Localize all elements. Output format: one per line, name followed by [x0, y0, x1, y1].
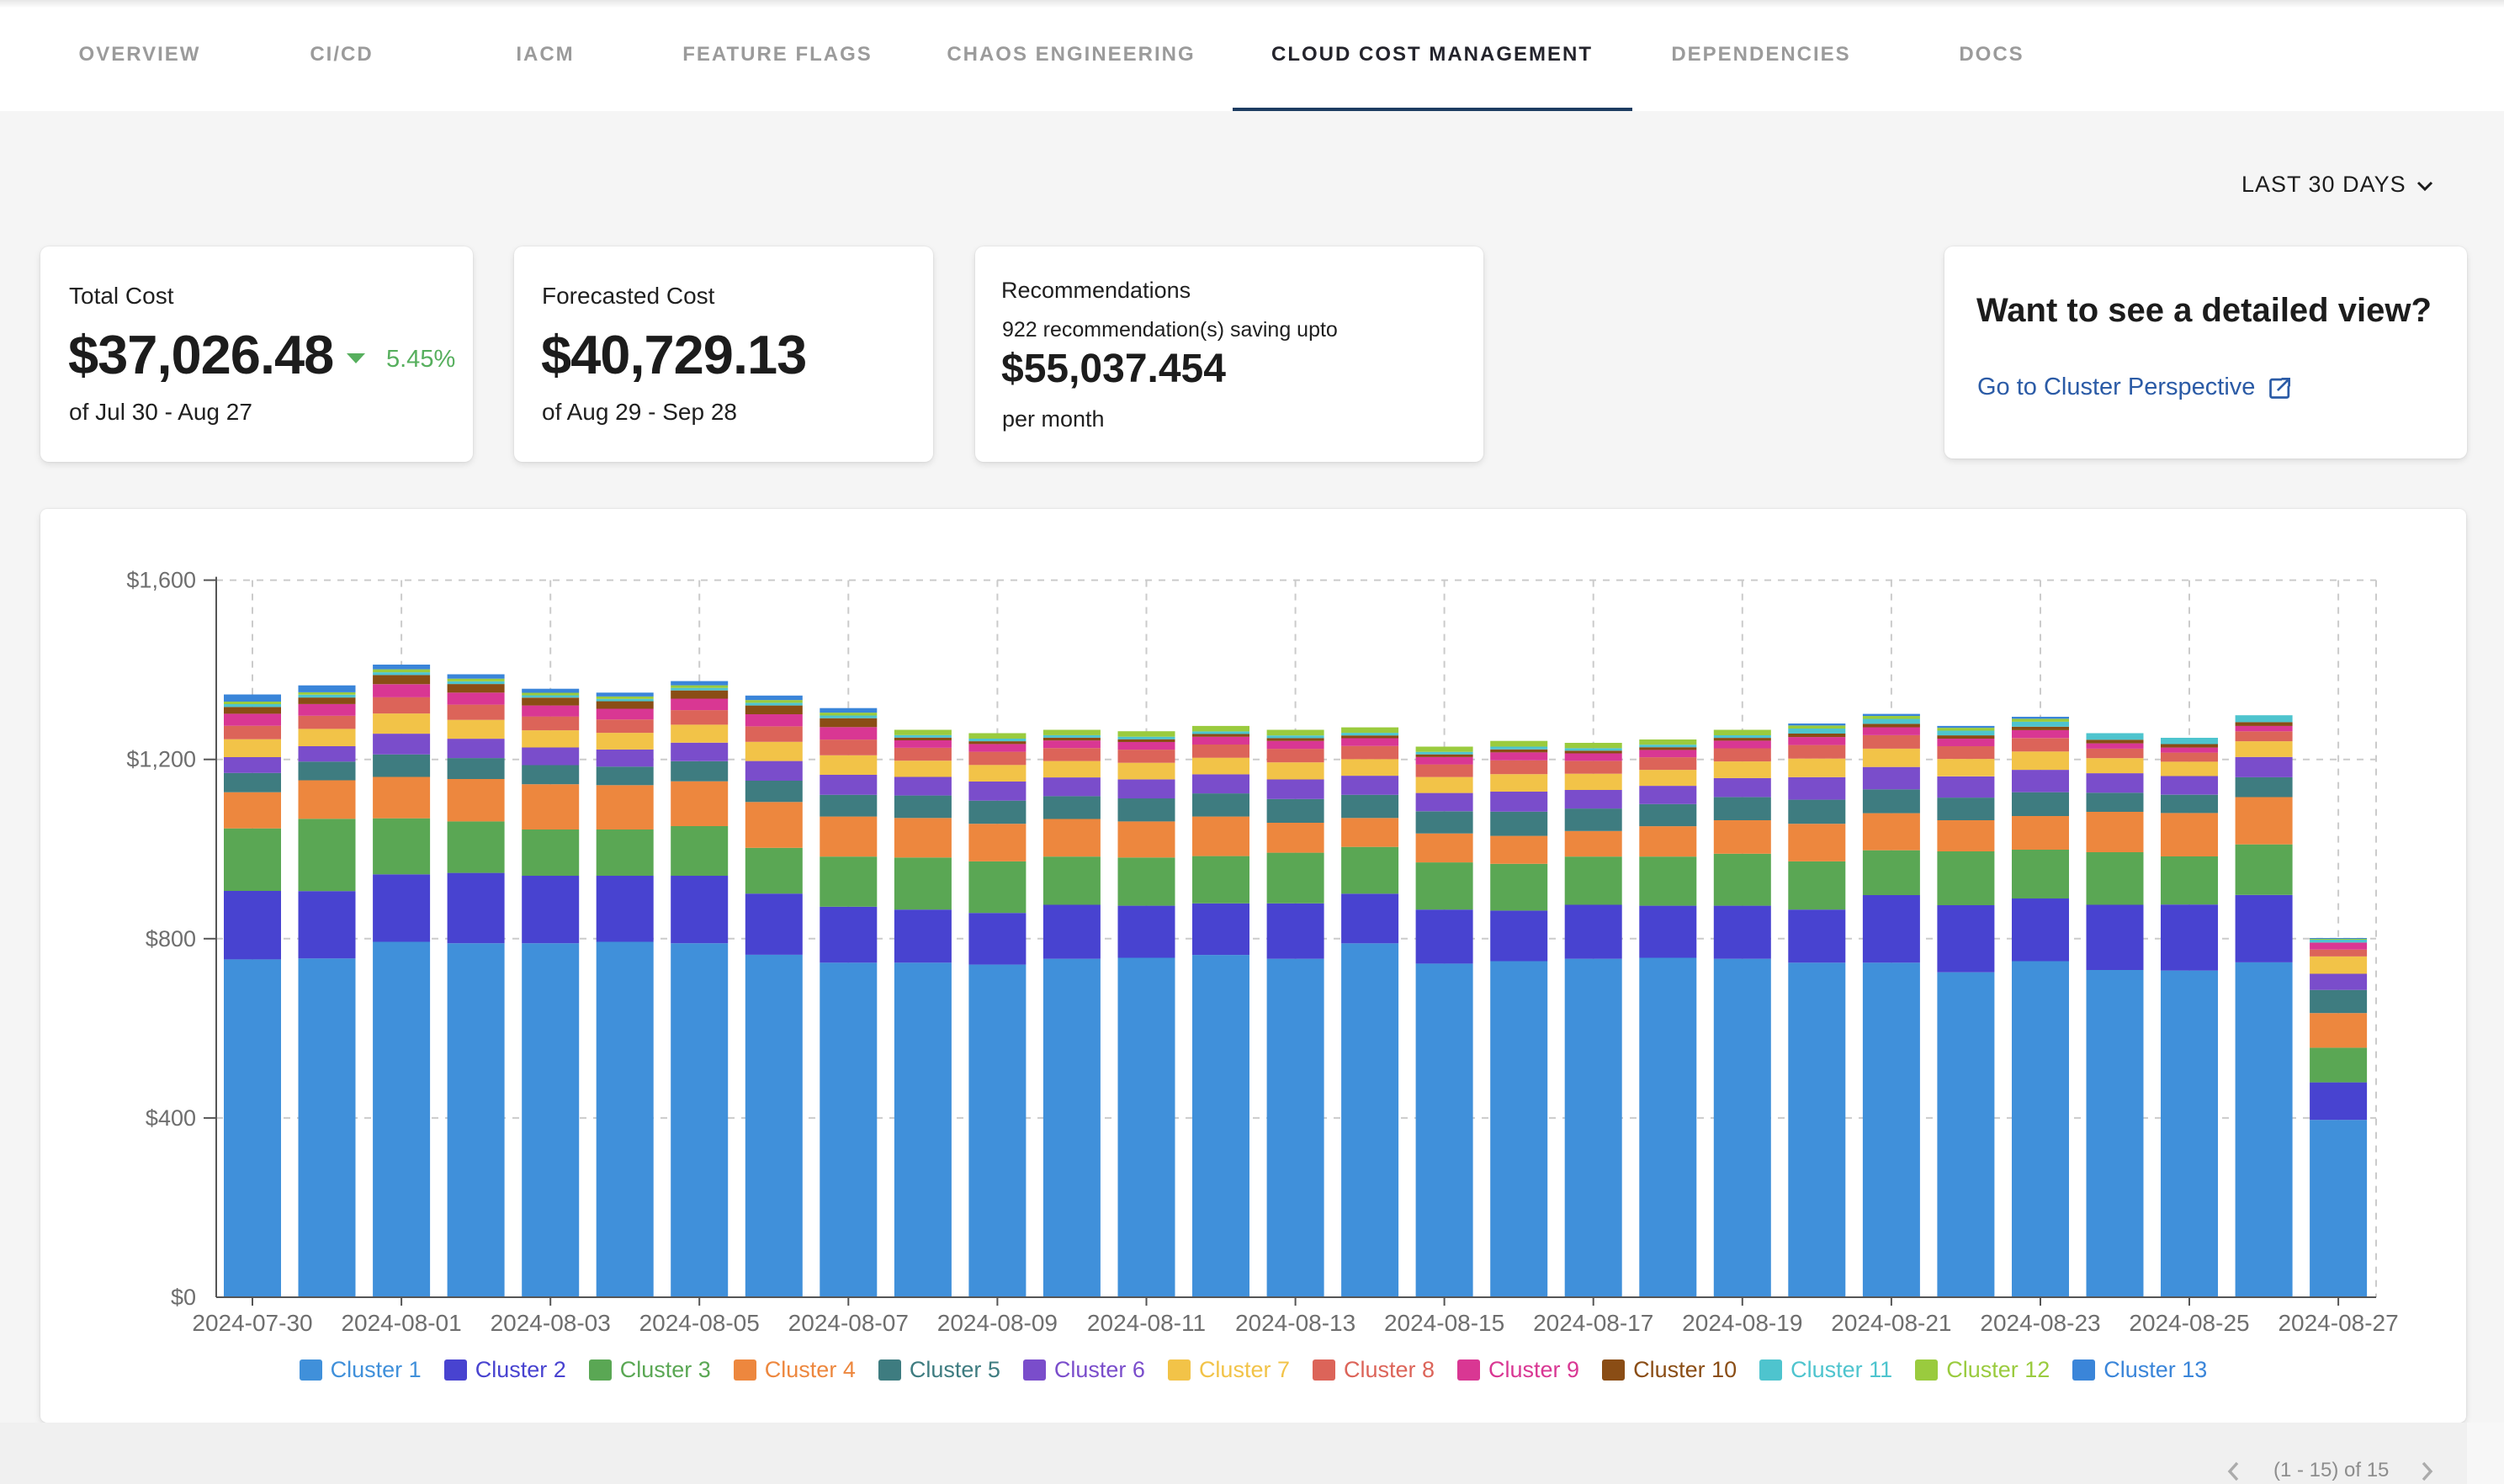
svg-text:2024-08-11: 2024-08-11	[1087, 1310, 1206, 1336]
svg-text:2024-07-30: 2024-07-30	[192, 1310, 312, 1336]
svg-text:2024-08-15: 2024-08-15	[1384, 1310, 1504, 1336]
svg-text:2024-08-05: 2024-08-05	[639, 1310, 760, 1336]
svg-text:2024-08-25: 2024-08-25	[2129, 1310, 2249, 1336]
svg-text:2024-08-27: 2024-08-27	[2278, 1310, 2398, 1336]
svg-text:2024-08-17: 2024-08-17	[1533, 1310, 1653, 1336]
svg-text:$1,600: $1,600	[126, 568, 196, 593]
svg-text:2024-08-19: 2024-08-19	[1682, 1310, 1802, 1336]
svg-text:2024-08-01: 2024-08-01	[341, 1310, 461, 1336]
svg-text:$1,200: $1,200	[126, 747, 196, 772]
svg-text:$400: $400	[146, 1105, 196, 1131]
svg-text:2024-08-23: 2024-08-23	[1980, 1310, 2100, 1336]
svg-text:2024-08-21: 2024-08-21	[1831, 1310, 1951, 1336]
svg-text:2024-08-13: 2024-08-13	[1235, 1310, 1355, 1336]
svg-text:2024-08-03: 2024-08-03	[491, 1310, 611, 1336]
svg-text:$800: $800	[146, 926, 196, 951]
svg-text:2024-08-07: 2024-08-07	[788, 1310, 909, 1336]
svg-text:$0: $0	[171, 1285, 196, 1310]
svg-text:2024-08-09: 2024-08-09	[937, 1310, 1058, 1336]
